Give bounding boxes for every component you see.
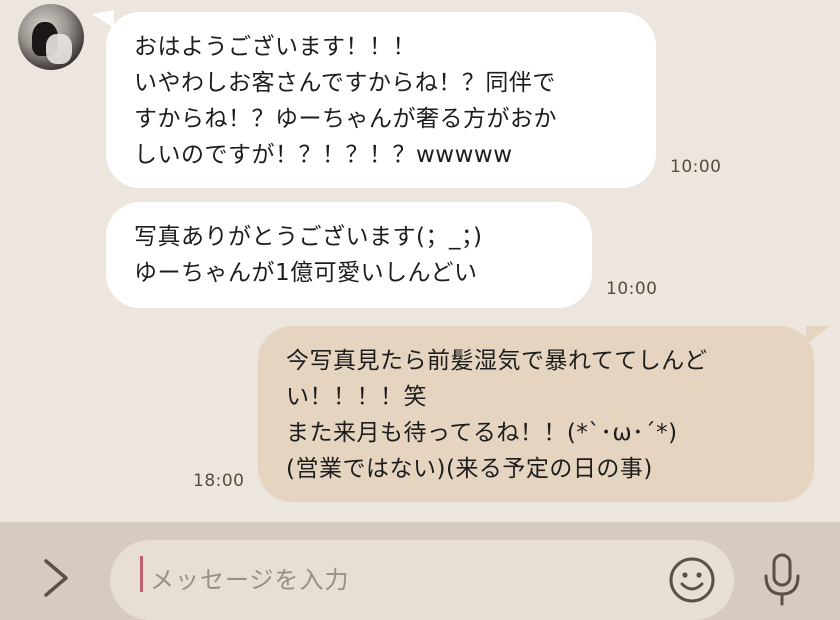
message-time: 10:00: [670, 157, 722, 177]
message-line: い！！！！笑: [286, 384, 427, 410]
message-line: 今写真見たら前髪湿気で暴れててしんど: [286, 348, 708, 374]
incoming-message-bubble[interactable]: 写真ありがとうございます(；_；) ゆーちゃんが1億可愛いしんどい: [106, 202, 592, 308]
message-input-placeholder: メッセージを入力: [150, 566, 350, 594]
outgoing-bubble-tail: [806, 326, 830, 344]
microphone-icon[interactable]: [760, 552, 804, 608]
message-line: また来月も待ってるね！！(*`･ω･´*): [286, 420, 678, 446]
message-line: 写真ありがとうございます(；_；): [134, 224, 483, 250]
smiley-icon[interactable]: [668, 556, 716, 604]
chevron-right-icon[interactable]: [40, 558, 70, 598]
message-line: ゆーちゃんが1億可愛いしんどい: [134, 260, 478, 286]
incoming-message-bubble[interactable]: おはようございます！！！ いやわしお客さんですからね！？同伴で すからね！？ゆー…: [106, 12, 656, 188]
avatar-figure-light: [46, 34, 72, 64]
message-time: 10:00: [606, 279, 658, 299]
message-line: (営業ではない)(来る予定の日の事): [286, 456, 653, 482]
message-line: いやわしお客さんですからね！？同伴で: [134, 70, 556, 96]
message-time: 18:00: [193, 471, 245, 491]
outgoing-message-bubble[interactable]: 今写真見たら前髪湿気で暴れててしんど い！！！！笑 また来月も待ってるね！！(*…: [258, 326, 814, 502]
message-line: おはようございます！！！: [134, 34, 416, 60]
message-line: すからね！？ゆーちゃんが奢る方がおか: [134, 106, 557, 132]
avatar[interactable]: [18, 4, 84, 70]
message-line: しいのですが！？！？！？wwwww: [134, 142, 513, 168]
text-cursor: [140, 556, 143, 592]
